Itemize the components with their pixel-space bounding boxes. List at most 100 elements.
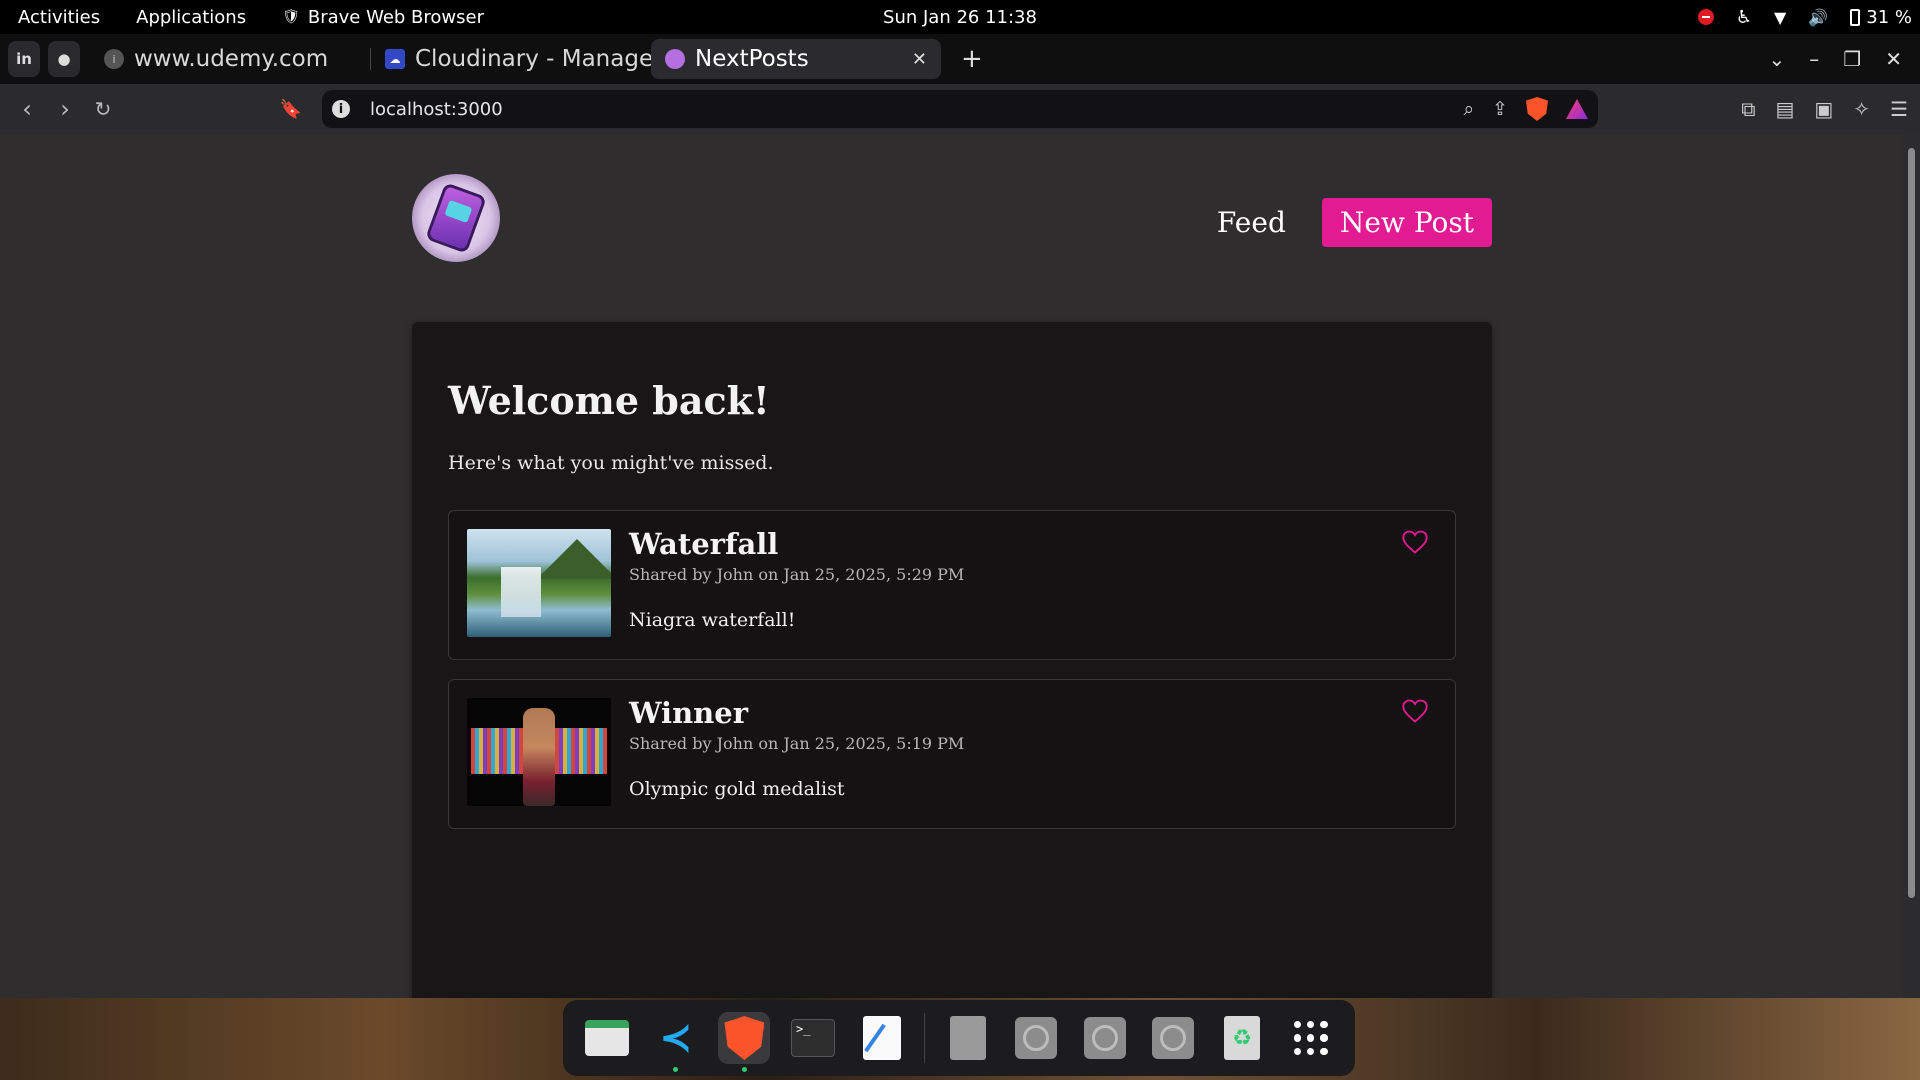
dock-trash[interactable]: ♻ [1216, 1012, 1268, 1064]
applications-menu[interactable]: Applications [118, 0, 264, 34]
cloudinary-icon: ☁ [385, 49, 405, 69]
bookmark-button[interactable]: 🔖 [274, 92, 308, 126]
new-post-button[interactable]: New Post [1321, 198, 1492, 247]
wifi-icon[interactable]: ▼ [1774, 8, 1786, 27]
active-app-label: Brave Web Browser [307, 6, 484, 28]
site-info-icon[interactable]: i [332, 100, 350, 118]
dock-vscode[interactable]: ≺ [650, 1012, 702, 1072]
pinned-tab-github[interactable]: ● [48, 41, 80, 77]
restore-icon[interactable]: ❐ [1843, 47, 1861, 71]
volume-icon[interactable]: 🔊 [1808, 8, 1828, 27]
do-not-disturb-icon [1697, 9, 1714, 25]
post-image [467, 529, 611, 637]
feed-card: Welcome back! Here's what you might've m… [412, 322, 1492, 998]
leo-ai-icon[interactable]: ✧ [1853, 97, 1870, 121]
tab-nextposts[interactable]: NextPosts ✕ [651, 39, 941, 79]
post-title: Waterfall [629, 527, 779, 561]
zoom-icon[interactable]: ⌕ [1463, 98, 1474, 120]
browser-toolbar: ‹ › ↻ 🔖 i localhost:3000 ⌕ ⇪ 1 ⧉ ▤ ▣ ✧ ☰ [0, 84, 1920, 134]
address-bar-actions: ⌕ ⇪ 1 [1463, 90, 1588, 128]
rewards-badge: 1 [1581, 99, 1588, 106]
phone-logo-icon [425, 182, 487, 254]
back-arrow-icon: ‹ [22, 95, 32, 123]
forward-button[interactable]: › [48, 92, 82, 126]
accessibility-icon[interactable]: ♿ [1736, 7, 1752, 28]
battery-percent: 31 % [1866, 6, 1912, 28]
feed-link[interactable]: Feed [1217, 206, 1286, 239]
battery-icon [1850, 8, 1861, 26]
terminal-icon: >_ [791, 1019, 836, 1057]
brave-icon [724, 1016, 765, 1060]
site-header: Feed New Post [412, 174, 1492, 284]
menu-icon[interactable]: ☰ [1890, 97, 1908, 121]
tab-label: Cloudinary - Managem [415, 46, 651, 72]
extensions-icon[interactable]: ⧉ [1741, 97, 1755, 121]
disk-icon [1152, 1017, 1195, 1059]
dock-text-editor[interactable] [856, 1012, 908, 1064]
active-app-menu[interactable]: 🛡 Brave Web Browser [264, 0, 502, 34]
post-item: Waterfall Shared by John on Jan 25, 2025… [448, 510, 1456, 660]
dock-archive[interactable] [942, 1012, 994, 1064]
new-tab-button[interactable]: + [961, 44, 983, 74]
linkedin-icon: in [16, 50, 32, 68]
brave-rewards-icon[interactable]: 1 [1566, 99, 1588, 119]
dock-disk-1[interactable] [1010, 1012, 1062, 1064]
bookmark-icon: 🔖 [279, 98, 303, 120]
back-button[interactable]: ‹ [10, 92, 44, 126]
dock-show-apps[interactable] [1285, 1012, 1337, 1064]
system-top-bar: Activities Applications 🛡 Brave Web Brow… [0, 0, 1920, 34]
page-viewport: Feed New Post Welcome back! Here's what … [0, 134, 1903, 998]
dock-brave[interactable] [718, 1012, 771, 1072]
post-item: Winner Shared by John on Jan 25, 2025, 5… [448, 679, 1456, 829]
post-meta: Shared by John on Jan 25, 2025, 5:29 PM [629, 565, 965, 584]
like-heart-icon[interactable] [1401, 529, 1429, 555]
clock[interactable]: Sun Jan 26 11:38 [883, 7, 1037, 28]
address-bar[interactable]: i localhost:3000 ⌕ ⇪ 1 [322, 90, 1598, 128]
site-logo[interactable] [412, 174, 500, 262]
battery-indicator[interactable]: 31 % [1850, 7, 1912, 28]
activities-button[interactable]: Activities [0, 0, 118, 34]
tab-list-chevron-icon[interactable]: ⌄ [1769, 47, 1786, 71]
dock-terminal[interactable]: >_ [787, 1012, 839, 1064]
pinned-tab-linkedin[interactable]: in [8, 41, 40, 77]
page-scrollbar[interactable] [1903, 134, 1920, 998]
vscode-icon: ≺ [659, 1015, 693, 1061]
main-nav: Feed New Post [1217, 198, 1492, 247]
trash-icon: ♻ [1224, 1016, 1261, 1060]
dock-files[interactable] [581, 1012, 633, 1064]
page-title: Welcome back! [448, 378, 770, 423]
wallet-icon[interactable]: ▣ [1814, 97, 1833, 121]
reload-icon: ↻ [94, 97, 112, 121]
globe-icon: i [104, 49, 124, 69]
dock-disk-3[interactable] [1147, 1012, 1199, 1064]
toolbar-right: ⧉ ▤ ▣ ✧ ☰ [1741, 84, 1908, 134]
reload-button[interactable]: ↻ [86, 92, 120, 126]
nextposts-favicon-icon [665, 49, 685, 69]
tab-strip: in ● i www.udemy.com ☁ Cloudinary - Mana… [0, 34, 1920, 84]
post-image [467, 698, 611, 806]
post-title: Winner [629, 696, 748, 730]
dock-separator [924, 1013, 926, 1063]
minimize-icon[interactable]: – [1809, 47, 1819, 71]
dock-disk-2[interactable] [1079, 1012, 1131, 1064]
tab-cloudinary[interactable]: ☁ Cloudinary - Managem [371, 39, 651, 79]
tab-label: www.udemy.com [134, 46, 329, 72]
tab-label: NextPosts [695, 46, 809, 72]
dock: ≺ >_ ♻ [563, 1000, 1355, 1076]
brave-lion-icon: 🛡 [282, 9, 300, 25]
close-window-icon[interactable]: ✕ [1885, 47, 1902, 71]
text-editor-icon [862, 1016, 901, 1060]
post-meta: Shared by John on Jan 25, 2025, 5:19 PM [629, 734, 965, 753]
share-icon[interactable]: ⇪ [1492, 98, 1508, 120]
archive-icon [949, 1016, 986, 1060]
running-indicator [673, 1067, 679, 1072]
sidebar-icon[interactable]: ▤ [1775, 97, 1794, 121]
scrollbar-thumb[interactable] [1908, 148, 1915, 898]
tab-udemy[interactable]: i www.udemy.com [90, 39, 370, 79]
disk-icon [1083, 1017, 1126, 1059]
close-tab-icon[interactable]: ✕ [912, 49, 927, 70]
like-heart-icon[interactable] [1401, 698, 1429, 724]
page-subtitle: Here's what you might've missed. [448, 452, 774, 474]
brave-shields-icon[interactable] [1526, 97, 1548, 121]
url-text[interactable]: localhost:3000 [370, 99, 503, 120]
